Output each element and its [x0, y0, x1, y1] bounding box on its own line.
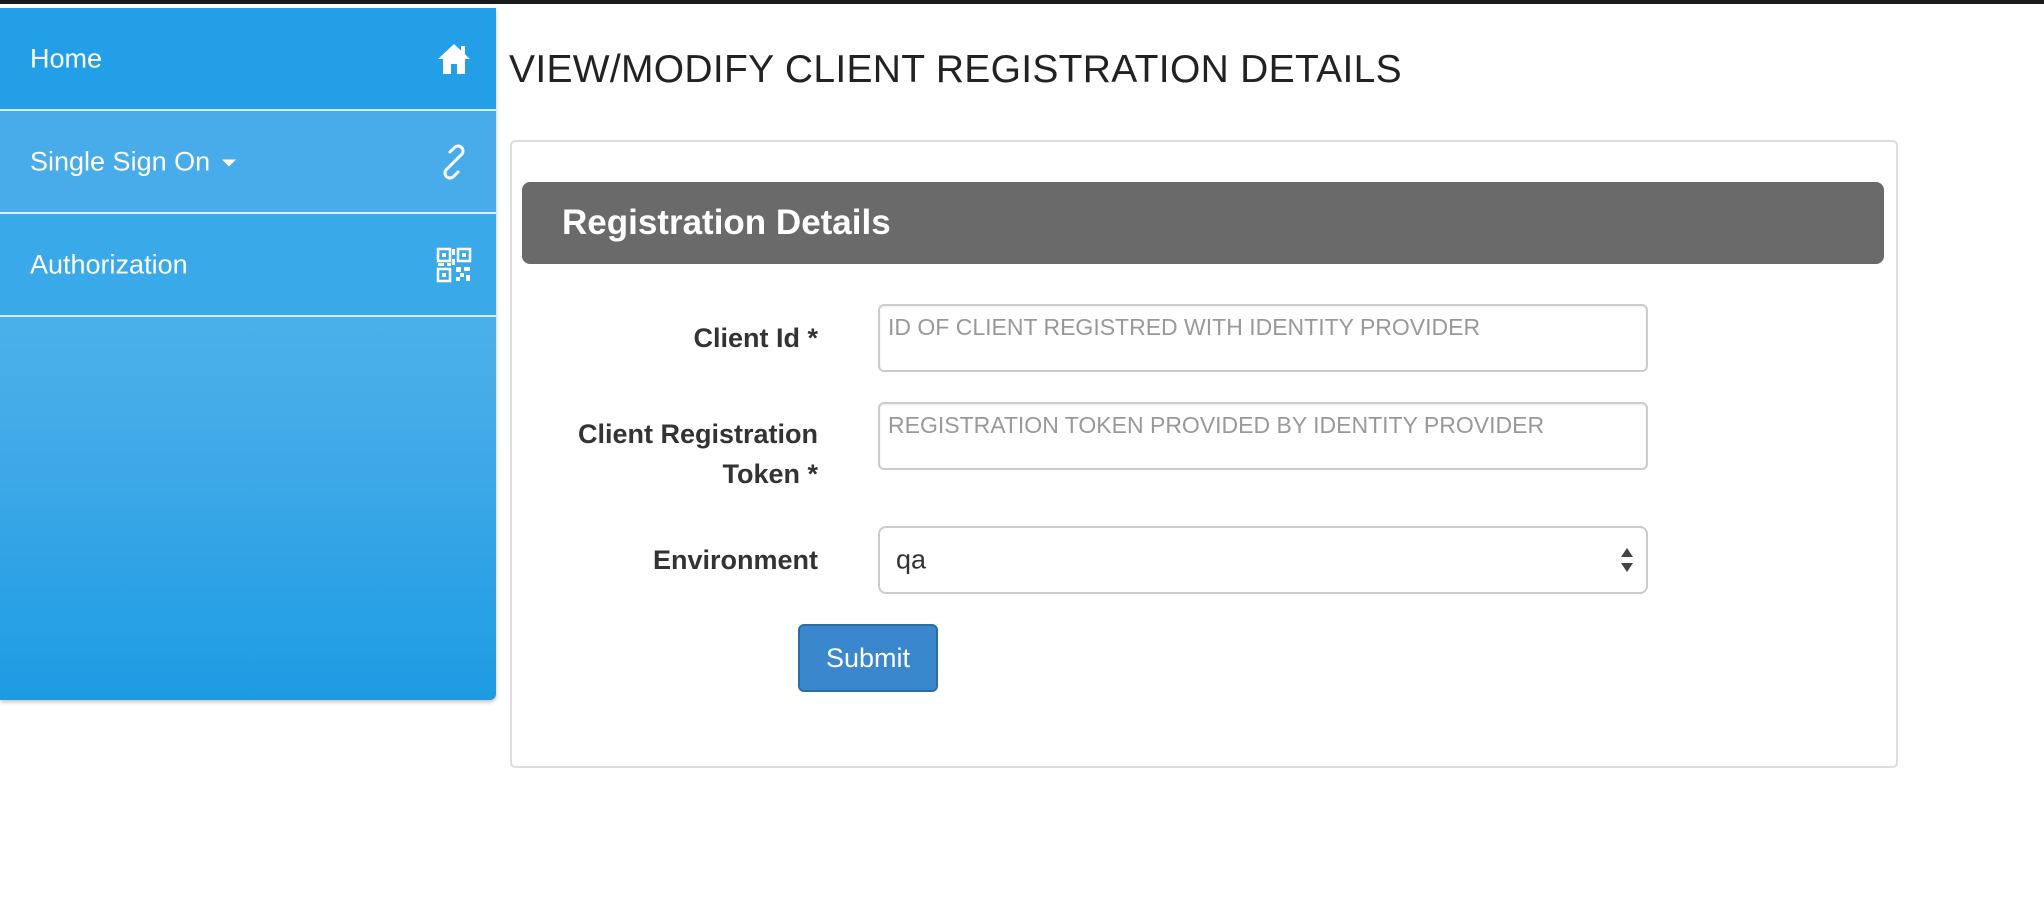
qr-code-icon [436, 247, 472, 283]
client-token-label-line2: Token * [722, 459, 818, 489]
sidebar-item-label: Authorization [30, 249, 188, 279]
sidebar-item-label: Single Sign On [30, 146, 237, 177]
page-title: VIEW/MODIFY CLIENT REGISTRATION DETAILS [509, 48, 1402, 91]
client-token-input[interactable] [888, 410, 1628, 440]
select-arrows-icon [1620, 546, 1634, 574]
environment-label: Environment [652, 545, 818, 575]
panel-heading-title: Registration Details [562, 203, 891, 242]
sidebar-item-single-sign-on[interactable]: Single Sign On [0, 111, 496, 214]
client-id-input[interactable] [888, 312, 1628, 342]
environment-select[interactable]: qa [878, 526, 1648, 594]
sidebar-item-home[interactable]: Home [0, 8, 496, 111]
sidebar-item-label: Home [30, 43, 103, 73]
caret-down-icon [222, 159, 237, 167]
panel-heading: Registration Details [522, 182, 1884, 264]
client-token-label: Client Registration Token * [512, 414, 818, 494]
submit-button[interactable]: Submit [798, 624, 938, 692]
registration-panel: Registration Details Client Id * Client … [510, 140, 1898, 768]
link-icon [436, 144, 472, 180]
window-top-border [0, 0, 2044, 4]
sidebar-item-authorization[interactable]: Authorization [0, 214, 496, 317]
client-id-field-wrapper [878, 304, 1648, 372]
client-token-field-wrapper [878, 402, 1648, 470]
sidebar: Home Single Sign On Authorization [0, 8, 496, 700]
client-id-label: Client Id * [693, 323, 818, 353]
client-token-label-line1: Client Registration [577, 419, 818, 449]
environment-selected-value: qa [896, 544, 927, 575]
home-icon [436, 41, 472, 77]
